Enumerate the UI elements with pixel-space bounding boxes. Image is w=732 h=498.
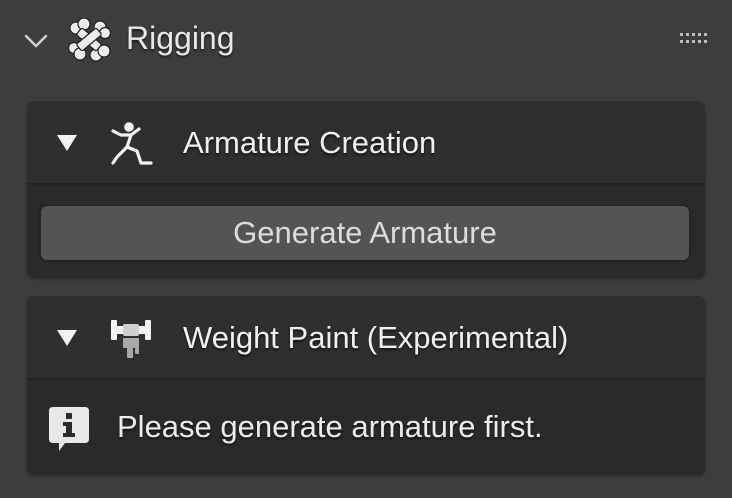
- generate-armature-button[interactable]: Generate Armature: [39, 204, 691, 262]
- weight-paint-subpanel: Weight Paint (Experimental) Please gener…: [27, 296, 705, 474]
- info-icon: [47, 405, 91, 453]
- chevron-down-icon[interactable]: [22, 26, 50, 54]
- panel-title: Rigging: [126, 20, 235, 56]
- bone-icon: [66, 17, 112, 62]
- weight-paint-body: Please generate armature first.: [27, 380, 705, 474]
- weight-paint-icon: [107, 316, 155, 360]
- triangle-down-icon[interactable]: [55, 328, 79, 348]
- armature-icon: [107, 121, 155, 165]
- triangle-down-icon[interactable]: [55, 133, 79, 153]
- subpanel-title: Weight Paint (Experimental): [183, 320, 569, 355]
- armature-creation-body: Generate Armature: [27, 185, 705, 277]
- armature-creation-header[interactable]: Armature Creation: [27, 101, 705, 185]
- weight-paint-header[interactable]: Weight Paint (Experimental): [27, 296, 705, 380]
- subpanel-title: Armature Creation: [183, 125, 437, 160]
- info-message: Please generate armature first.: [117, 409, 543, 444]
- drag-handle-icon[interactable]: [678, 30, 710, 46]
- rigging-panel-header[interactable]: Rigging: [0, 0, 732, 80]
- armature-creation-subpanel: Armature Creation Generate Armature: [27, 101, 705, 277]
